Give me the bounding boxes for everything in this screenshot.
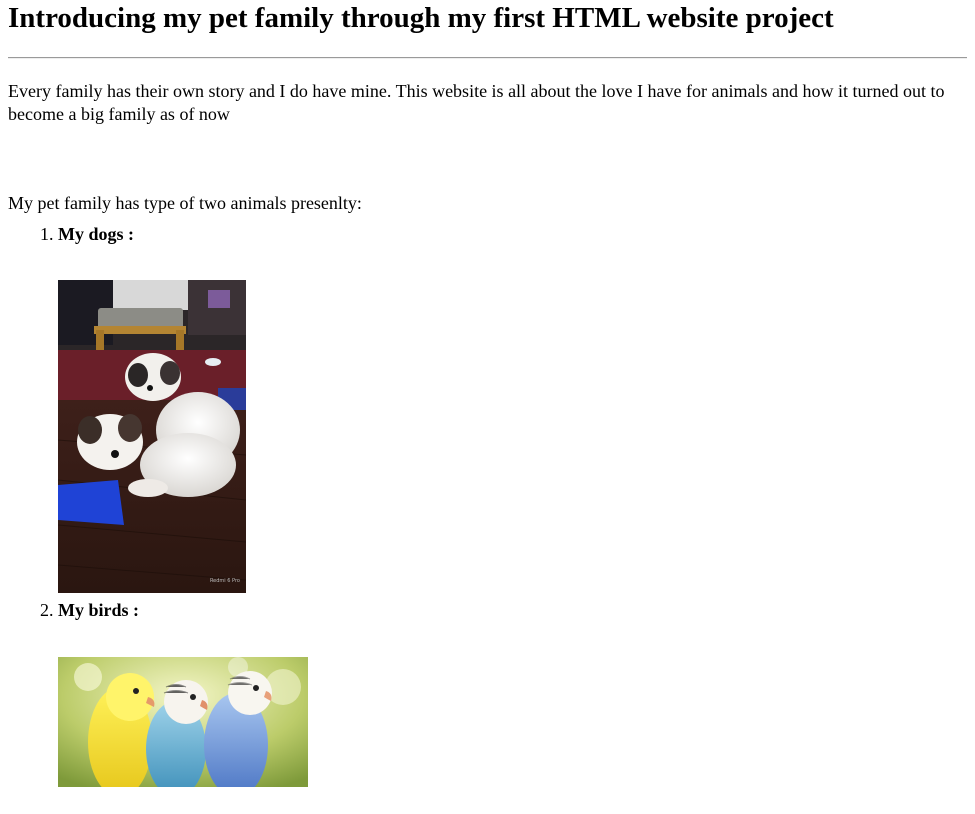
birds-photo-wrap xyxy=(58,657,967,787)
dogs-photo: Redmi 6 Pro xyxy=(58,280,246,593)
list-item-label: My dogs : xyxy=(58,224,134,244)
birds-photo xyxy=(58,657,308,787)
divider xyxy=(8,57,967,59)
page-title: Introducing my pet family through my fir… xyxy=(8,2,834,34)
list-item-dogs: My dogs : xyxy=(58,223,967,593)
dogs-photo-watermark: Redmi 6 Pro xyxy=(210,578,240,584)
list-item-birds: My birds : xyxy=(58,599,967,787)
list-item-label: My birds : xyxy=(58,600,139,620)
dogs-photo-wrap: Redmi 6 Pro xyxy=(58,280,967,593)
pet-list: My dogs : xyxy=(8,223,967,787)
lead-paragraph: My pet family has type of two animals pr… xyxy=(8,193,362,213)
page: Introducing my pet family through my fir… xyxy=(0,0,975,787)
intro-paragraph: Every family has their own story and I d… xyxy=(8,81,945,124)
